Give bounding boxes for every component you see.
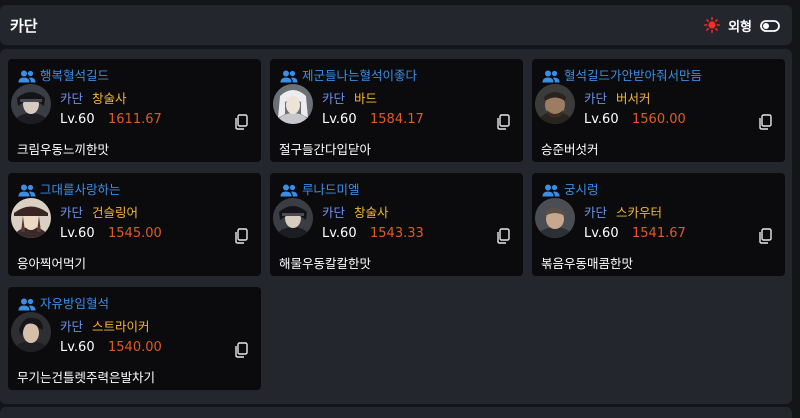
- lancemaster-portrait: [273, 198, 313, 238]
- group-icon: [18, 182, 36, 197]
- character-level: Lv.60: [60, 340, 95, 355]
- item-level: 1611.67: [108, 112, 162, 127]
- guild-name[interactable]: 제군들나는혈석이좋다: [302, 65, 417, 84]
- copy-icon[interactable]: [758, 228, 772, 244]
- guild-name[interactable]: 혈석길드가안받아줘서만듬: [564, 65, 702, 84]
- guild-name[interactable]: 궁시렁: [564, 179, 599, 198]
- character-name[interactable]: 크림우동느끼한맛: [17, 139, 109, 158]
- class-name: 창술사: [92, 91, 127, 106]
- item-level: 1543.33: [370, 226, 424, 241]
- next-section-panel: [0, 407, 792, 418]
- class-name: 스카우터: [616, 205, 663, 220]
- server-name: 카단: [584, 91, 608, 106]
- class-name: 버서커: [616, 91, 651, 106]
- bard-portrait: [273, 84, 313, 124]
- guild-name[interactable]: 자유방임혈석: [40, 293, 109, 312]
- server-name: 카단: [584, 205, 608, 220]
- class-name: 건슬링어: [92, 205, 139, 220]
- character-level: Lv.60: [60, 226, 95, 241]
- character-name[interactable]: 승준버섯커: [541, 139, 599, 158]
- copy-icon[interactable]: [496, 114, 510, 130]
- sun-icon: [704, 17, 721, 33]
- character-name[interactable]: 볶음우동매콤한맛: [541, 253, 633, 272]
- character-card[interactable]: 제군들나는혈석이좋다카단 바드 Lv.60 1584.17 절구들간다입닫아: [270, 59, 523, 162]
- server-name: 카단: [322, 205, 346, 220]
- class-name: 바드: [354, 91, 378, 106]
- item-level: 1584.17: [370, 112, 424, 127]
- class-name: 스트라이커: [92, 319, 150, 334]
- server-title: 카단: [10, 16, 38, 35]
- server-name: 카단: [60, 205, 84, 220]
- copy-icon[interactable]: [234, 228, 248, 244]
- copy-icon[interactable]: [234, 342, 248, 358]
- character-level: Lv.60: [584, 226, 619, 241]
- group-icon: [18, 68, 36, 83]
- group-icon: [280, 68, 298, 83]
- guild-name[interactable]: 행복혈석길드: [40, 65, 109, 84]
- character-name[interactable]: 절구들간다입닫아: [279, 139, 371, 158]
- character-name[interactable]: 응아찍어먹기: [17, 253, 86, 272]
- item-level: 1560.00: [632, 112, 686, 127]
- group-icon: [542, 182, 560, 197]
- character-card[interactable]: 루나드미엘카단 창술사 Lv.60 1543.33 해물우동칼칼한맛: [270, 173, 523, 276]
- item-level: 1545.00: [108, 226, 162, 241]
- guild-name[interactable]: 루나드미엘: [302, 179, 360, 198]
- server-name: 카단: [60, 319, 84, 334]
- item-level: 1540.00: [108, 340, 162, 355]
- character-card[interactable]: 행복혈석길드카단 창술사 Lv.60 1611.67 크림우동느끼한맛: [8, 59, 261, 162]
- item-level: 1541.67: [632, 226, 686, 241]
- appearance-toggle-group[interactable]: 외형: [704, 16, 780, 35]
- group-icon: [280, 182, 298, 197]
- class-name: 창술사: [354, 205, 389, 220]
- striker-portrait: [11, 312, 51, 352]
- toggle-switch-icon[interactable]: [760, 18, 780, 32]
- character-card[interactable]: 그대를사랑하는카단 건슬링어 Lv.60 1545.00 응아찍어먹기: [8, 173, 261, 276]
- character-name[interactable]: 해물우동칼칼한맛: [279, 253, 371, 272]
- server-name: 카단: [322, 91, 346, 106]
- guild-name[interactable]: 그대를사랑하는: [40, 179, 121, 198]
- character-level: Lv.60: [60, 112, 95, 127]
- lancemaster-portrait: [11, 84, 51, 124]
- group-icon: [18, 296, 36, 311]
- gunslinger-portrait: [11, 198, 51, 238]
- character-card[interactable]: 자유방임혈석카단 스트라이커 Lv.60 1540.00 무기는건틀렛주력은발차기: [8, 287, 261, 390]
- server-header: 카단 외형: [0, 5, 792, 45]
- character-level: Lv.60: [322, 112, 357, 127]
- copy-icon[interactable]: [758, 114, 772, 130]
- group-icon: [542, 68, 560, 83]
- copy-icon[interactable]: [496, 228, 510, 244]
- character-card[interactable]: 혈석길드가안받아줘서만듬카단 버서커 Lv.60 1560.00 승준버섯커: [532, 59, 785, 162]
- copy-icon[interactable]: [234, 114, 248, 130]
- server-name: 카단: [60, 91, 84, 106]
- scouter-portrait: [535, 198, 575, 238]
- character-level: Lv.60: [322, 226, 357, 241]
- character-card[interactable]: 궁시렁카단 스카우터 Lv.60 1541.67 볶음우동매콤한맛: [532, 173, 785, 276]
- character-level: Lv.60: [584, 112, 619, 127]
- berserker-portrait: [535, 84, 575, 124]
- character-name[interactable]: 무기는건틀렛주력은발차기: [17, 367, 155, 386]
- appearance-label: 외형: [728, 19, 752, 35]
